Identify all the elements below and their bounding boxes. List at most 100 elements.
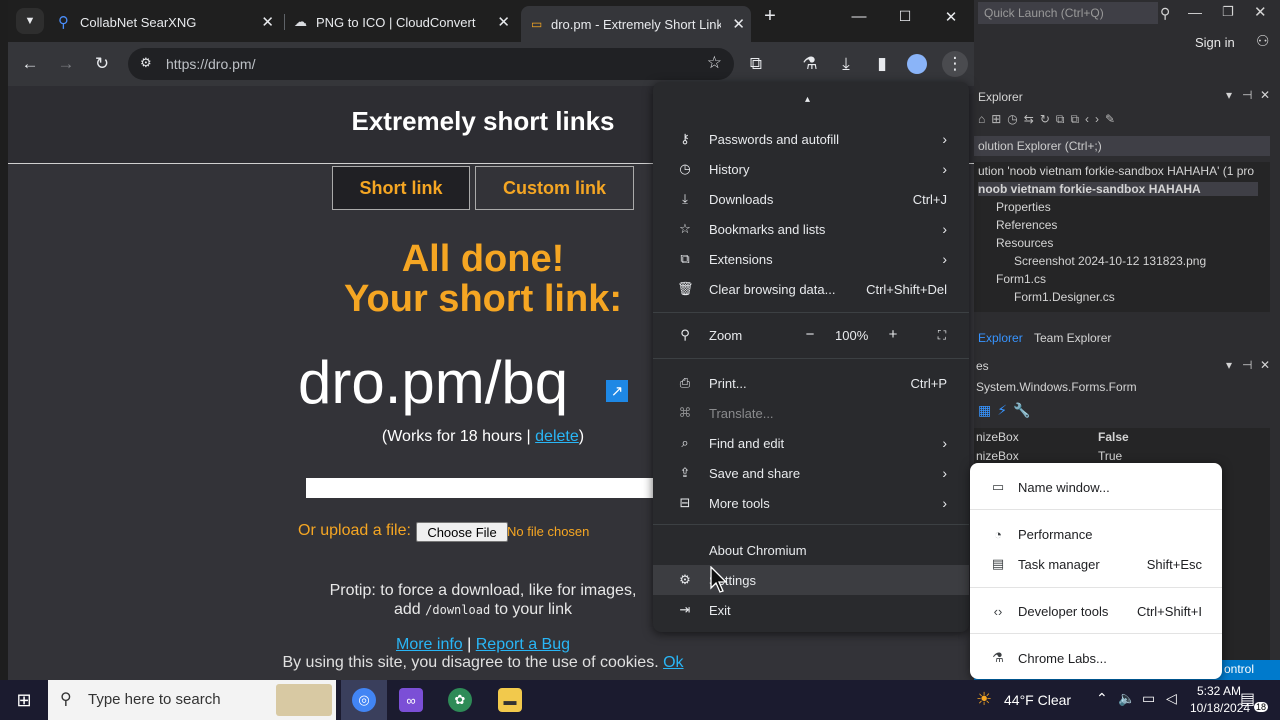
submenu-item-task-manager[interactable]: ▤ Task manager Shift+Esc [970, 550, 1222, 578]
menu-item-history[interactable]: ◷ History › [653, 154, 969, 184]
submenu-item-performance[interactable]: ◔ Performance [970, 520, 1222, 548]
app-taskbar-icon[interactable]: ✿ [448, 688, 472, 712]
back-icon[interactable]: ← [18, 52, 42, 76]
zoom-in-button[interactable]: + [884, 326, 902, 344]
more-info-link[interactable]: More info [396, 636, 463, 653]
close-tab-icon[interactable]: ✕ [732, 15, 745, 33]
weather-text[interactable]: 44°F Clear [1004, 692, 1071, 708]
maximize-icon[interactable]: ☐ [890, 8, 920, 25]
fullscreen-icon[interactable]: ⛶ [933, 326, 951, 344]
url-text[interactable]: https://dro.pm/ [166, 56, 255, 72]
extensions-icon[interactable]: ⧉ [744, 52, 768, 76]
tree-item[interactable]: Screenshot 2024-10-12 131823.png [1014, 254, 1206, 268]
restore-icon[interactable]: ❐ [1222, 4, 1234, 20]
tab-custom-link[interactable]: Custom link [475, 166, 634, 210]
volume-icon[interactable]: 🔈 [1118, 690, 1135, 707]
close-icon[interactable]: ✕ [1260, 358, 1270, 372]
zoom-out-button[interactable]: − [801, 326, 819, 344]
tree-item[interactable]: noob vietnam forkie-sandbox HAHAHA [978, 182, 1258, 196]
speaker-icon[interactable]: ◁ [1166, 690, 1177, 707]
tab-search-button[interactable]: ▼ [16, 8, 44, 34]
file-explorer-taskbar-icon[interactable]: ▬ [498, 688, 522, 712]
reload-icon[interactable]: ↻ [90, 52, 114, 76]
properties-toolbar[interactable]: ▦⚡🔧 [978, 402, 1058, 424]
menu-item-find-edit[interactable]: ⌕ Find and edit › [653, 428, 969, 458]
menu-item-save-share[interactable]: ⇪ Save and share › [653, 458, 969, 488]
open-external-icon[interactable]: ↗ [606, 380, 628, 402]
property-value[interactable]: False [1098, 430, 1129, 444]
report-bug-link[interactable]: Report a Bug [476, 636, 570, 653]
tree-item[interactable]: Form1.Designer.cs [1014, 290, 1115, 304]
chevron-right-icon: › [942, 131, 947, 147]
avatar[interactable] [905, 52, 929, 76]
tab-solution-explorer[interactable]: Explorer [978, 331, 1023, 345]
dropdown-icon[interactable]: ▾ [1226, 358, 1232, 372]
menu-item-exit[interactable]: ⇥ Exit [653, 595, 969, 625]
menu-item-passwords[interactable]: ⚷ Passwords and autofill › [653, 124, 969, 154]
side-panel-icon[interactable]: ▮ [870, 52, 894, 76]
delete-link[interactable]: delete [535, 428, 579, 445]
pin-icon[interactable]: ⊣ [1242, 88, 1252, 102]
cookie-ok-link[interactable]: Ok [663, 654, 683, 671]
close-icon[interactable]: ✕ [1254, 3, 1267, 21]
menu-item-extensions[interactable]: ⧉ Extensions › [653, 244, 969, 274]
menu-item-bookmarks[interactable]: ☆ Bookmarks and lists › [653, 214, 969, 244]
properties-object-selector[interactable]: System.Windows.Forms.Form [974, 378, 1270, 398]
account-icon[interactable]: ⚇ [1256, 32, 1269, 50]
menu-item-translate[interactable]: ⌘ Translate... [653, 398, 969, 428]
submenu-item-chrome-labs[interactable]: ⚗ Chrome Labs... [970, 644, 1222, 672]
clock-time[interactable]: 5:32 AM [1197, 684, 1241, 698]
quick-launch-input[interactable]: Quick Launch (Ctrl+Q) [978, 2, 1158, 24]
close-icon[interactable]: ✕ [1260, 88, 1270, 102]
menu-kebab-icon[interactable]: ⋮ [942, 51, 968, 77]
chromium-taskbar-icon[interactable]: ◎ [352, 688, 376, 712]
forward-icon[interactable]: → [54, 52, 78, 76]
menu-item-print[interactable]: ⎙ Print... Ctrl+P [653, 368, 969, 398]
properties-header: es ▾ ⊣ ✕ [974, 356, 1280, 376]
tree-item[interactable]: Resources [996, 236, 1053, 250]
pin-icon[interactable]: ⊣ [1242, 358, 1252, 372]
chrome-labs-icon[interactable]: ⚗ [798, 52, 822, 76]
minimize-icon[interactable]: — [844, 8, 874, 25]
property-value[interactable]: True [1098, 449, 1122, 463]
address-bar[interactable]: ⚙ https://dro.pm/ ☆ [128, 48, 734, 80]
tab-searxng[interactable]: ⚲ CollabNet SearXNG ✕ [52, 6, 280, 38]
windows-start-icon[interactable]: ⊞ [12, 688, 36, 712]
solution-explorer-toolbar[interactable]: ⌂⊞◷⇆↻⧉⧉‹›✎ [978, 112, 1274, 132]
close-window-icon[interactable]: ✕ [936, 8, 966, 26]
tab-dropm[interactable]: ▭ dro.pm - Extremely Short Link ✕ [521, 6, 751, 42]
bookmark-star-icon[interactable]: ☆ [707, 53, 722, 73]
tab-cloudconvert[interactable]: ☁ PNG to ICO | CloudConvert ✕ [288, 6, 516, 38]
tree-item[interactable]: Properties [996, 200, 1051, 214]
menu-item-about[interactable]: About Chromium [653, 535, 969, 565]
download-icon[interactable]: ⤓ [834, 52, 858, 76]
close-tab-icon[interactable]: ✕ [261, 13, 274, 31]
menu-item-more-tools[interactable]: ⊟ More tools › [653, 488, 969, 518]
taskbar-search-box[interactable]: ⚲ Type here to search [48, 680, 336, 720]
menu-item-settings[interactable]: ⚙ Settings [653, 565, 969, 595]
visual-studio-taskbar-icon[interactable]: ∞ [399, 688, 423, 712]
close-tab-icon[interactable]: ✕ [497, 13, 510, 31]
minimize-icon[interactable]: — [1188, 4, 1202, 20]
tab-team-explorer[interactable]: Team Explorer [1034, 331, 1111, 345]
tree-item[interactable]: References [996, 218, 1057, 232]
tree-item[interactable]: Form1.cs [996, 272, 1046, 286]
tree-item[interactable]: ution 'noob vietnam forkie-sandbox HAHAH… [978, 164, 1254, 178]
chevron-up-icon[interactable]: ⌃ [1096, 690, 1108, 707]
site-info-icon[interactable]: ⚙ [140, 55, 152, 71]
search-icon[interactable]: ⚲ [1160, 5, 1170, 22]
short-link-text[interactable]: dro.pm/bq [298, 348, 568, 417]
menu-item-downloads[interactable]: ⤓ Downloads Ctrl+J [653, 184, 969, 214]
menu-item-clear-data[interactable]: 🗑 Clear browsing data... Ctrl+Shift+Del [653, 274, 969, 304]
dropdown-icon[interactable]: ▾ [1226, 88, 1232, 102]
link-input[interactable] [306, 478, 666, 498]
sign-in-link[interactable]: Sign in [1195, 35, 1235, 50]
new-tab-button[interactable]: + [755, 5, 785, 28]
submenu-item-name-window[interactable]: ▭ Name window... [970, 473, 1222, 501]
choose-file-button[interactable]: Choose File [416, 522, 508, 542]
notification-icon[interactable]: ▤ [1240, 689, 1255, 709]
solution-explorer-search[interactable]: olution Explorer (Ctrl+;) [974, 136, 1270, 156]
tab-short-link[interactable]: Short link [332, 166, 470, 210]
submenu-item-developer-tools[interactable]: ‹› Developer tools Ctrl+Shift+I [970, 597, 1222, 625]
network-icon[interactable]: ▭ [1142, 690, 1155, 707]
